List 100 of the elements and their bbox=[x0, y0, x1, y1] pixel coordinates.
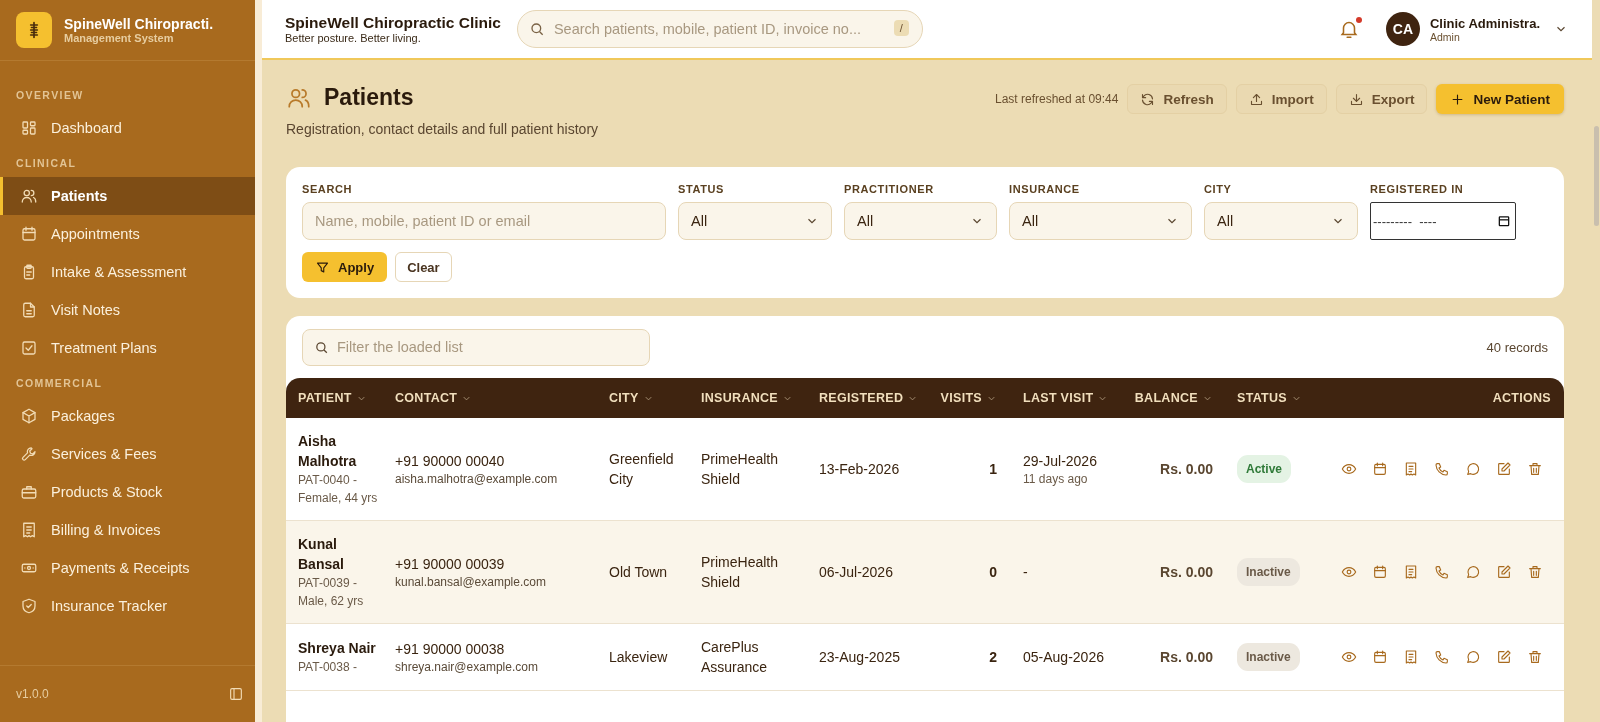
calendar-icon bbox=[20, 225, 38, 243]
nav-item[interactable]: Insurance Tracker bbox=[0, 587, 255, 625]
record-count: 40 records bbox=[1486, 339, 1548, 355]
clear-button[interactable]: Clear bbox=[395, 252, 452, 282]
delete-icon[interactable] bbox=[1527, 649, 1543, 665]
balance-amount: Rs. 0.00 bbox=[1160, 648, 1213, 667]
user-name: Clinic Administra. bbox=[1429, 15, 1540, 31]
city-cell-text: Old Town bbox=[609, 563, 668, 582]
filter-label: STATUS bbox=[678, 183, 725, 195]
new-patient-button[interactable]: New Patient bbox=[1436, 84, 1564, 114]
filter-label: CITY bbox=[1204, 183, 1233, 195]
last-visit-date: 29-Jul-2026 bbox=[1023, 452, 1097, 471]
column-header[interactable]: VISITS bbox=[927, 391, 1011, 405]
refresh-button[interactable]: Refresh bbox=[1127, 84, 1227, 114]
column-header[interactable]: INSURANCE bbox=[689, 391, 807, 405]
clinic-name: SpineWell Chiropractic Clinic bbox=[285, 14, 501, 32]
phone-icon[interactable] bbox=[1434, 649, 1450, 665]
list-filter-field[interactable]: Filter the loaded list bbox=[302, 328, 650, 366]
chat-icon[interactable] bbox=[1465, 461, 1481, 477]
chat-icon[interactable] bbox=[1465, 564, 1481, 580]
bag-icon bbox=[20, 483, 38, 501]
last-visit-date: 05-Aug-2026 bbox=[1023, 648, 1104, 667]
column-header[interactable]: CONTACT bbox=[383, 391, 597, 405]
download-icon bbox=[1348, 91, 1364, 107]
user-avatar[interactable]: CA bbox=[1385, 12, 1420, 46]
edit-icon[interactable] bbox=[1496, 564, 1512, 580]
filter-dropdown[interactable]: All bbox=[1204, 202, 1358, 240]
shield-icon bbox=[20, 597, 38, 615]
document-icon[interactable] bbox=[1403, 564, 1419, 580]
nav-item[interactable]: Dashboard bbox=[0, 109, 255, 147]
box-icon bbox=[20, 407, 38, 425]
sidebar-toggle-icon[interactable] bbox=[228, 686, 244, 702]
nav-item[interactable]: Services & Fees bbox=[0, 435, 255, 473]
column-header[interactable]: STATUS bbox=[1225, 391, 1325, 405]
nav-item[interactable]: Packages bbox=[0, 397, 255, 435]
document-icon[interactable] bbox=[1403, 461, 1419, 477]
balance-amount: Rs. 0.00 bbox=[1160, 460, 1213, 479]
email-address: aisha.malhotra@example.com bbox=[395, 470, 558, 488]
receipt-icon bbox=[20, 521, 38, 539]
scrollbar-thumb[interactable] bbox=[1593, 126, 1599, 226]
eye-icon[interactable] bbox=[1341, 564, 1357, 580]
app-title: SpineWell Chiropracti. bbox=[64, 16, 214, 32]
city-cell-text: Greenfield City bbox=[609, 450, 675, 489]
filter-dropdown[interactable]: All bbox=[844, 202, 997, 240]
nav-item[interactable]: Patients bbox=[0, 177, 255, 215]
file-icon bbox=[20, 301, 38, 319]
patient-details: PAT-0039 - Male, 62 yrs bbox=[298, 575, 365, 610]
nav-item[interactable]: Visit Notes bbox=[0, 291, 255, 329]
nav-item[interactable]: Appointments bbox=[0, 215, 255, 253]
grid-icon bbox=[20, 119, 38, 137]
nav-item[interactable]: Intake & Assessment bbox=[0, 253, 255, 291]
registered-date: 23-Aug-2025 bbox=[819, 648, 900, 667]
clinic-tagline: Better posture. Better living. bbox=[285, 32, 422, 44]
plus-icon bbox=[1450, 91, 1466, 107]
status-badge: Inactive bbox=[1237, 643, 1300, 671]
upload-icon bbox=[1248, 91, 1264, 107]
visit-count: 0 bbox=[989, 563, 997, 582]
nav-item[interactable]: Payments & Receipts bbox=[0, 549, 255, 587]
delete-icon[interactable] bbox=[1527, 564, 1543, 580]
calendar-icon[interactable] bbox=[1497, 214, 1511, 228]
phone-icon[interactable] bbox=[1434, 564, 1450, 580]
filter-dropdown[interactable]: All bbox=[678, 202, 832, 240]
insurance-cell-text: CarePlus Assurance bbox=[701, 638, 769, 677]
delete-icon[interactable] bbox=[1527, 461, 1543, 477]
last-refreshed-text: Last refreshed at 09:44 bbox=[995, 92, 1119, 106]
eye-icon[interactable] bbox=[1341, 461, 1357, 477]
search-icon bbox=[314, 339, 329, 355]
nav-item[interactable]: Products & Stock bbox=[0, 473, 255, 511]
page-title: Patients bbox=[324, 84, 414, 111]
visit-count: 1 bbox=[989, 460, 997, 479]
apply-button[interactable]: Apply bbox=[302, 252, 388, 282]
status-badge: Inactive bbox=[1237, 558, 1300, 586]
import-button[interactable]: Import bbox=[1235, 84, 1327, 114]
search-field[interactable]: Name, mobile, patient ID or email bbox=[302, 202, 666, 240]
filter-label: SEARCH bbox=[302, 183, 354, 195]
chat-icon[interactable] bbox=[1465, 649, 1481, 665]
column-header[interactable]: BALANCE bbox=[1122, 391, 1225, 405]
nav-item[interactable]: Treatment Plans bbox=[0, 329, 255, 367]
filter-dropdown[interactable]: All bbox=[1009, 202, 1192, 240]
insurance-cell-text: PrimeHealth Shield bbox=[701, 450, 780, 489]
app-subtitle: Management System bbox=[64, 32, 175, 44]
filter-label: REGISTERED IN bbox=[1370, 183, 1465, 195]
spine-logo-icon bbox=[16, 12, 52, 48]
phone-icon[interactable] bbox=[1434, 461, 1450, 477]
phone-number: +91 90000 00040 bbox=[395, 451, 505, 471]
edit-icon[interactable] bbox=[1496, 461, 1512, 477]
column-header[interactable]: CITY bbox=[597, 391, 689, 405]
eye-icon[interactable] bbox=[1341, 649, 1357, 665]
email-address: kunal.bansal@example.com bbox=[395, 573, 546, 591]
column-header[interactable]: REGISTERED bbox=[807, 391, 927, 405]
column-header[interactable]: LAST VISIT bbox=[1011, 391, 1122, 405]
export-button[interactable]: Export bbox=[1335, 84, 1428, 114]
document-icon[interactable] bbox=[1403, 649, 1419, 665]
phone-number: +91 90000 00038 bbox=[395, 639, 505, 659]
nav-item[interactable]: Billing & Invoices bbox=[0, 511, 255, 549]
column-header[interactable]: PATIENT bbox=[286, 391, 383, 405]
wrench-icon bbox=[20, 445, 38, 463]
month-field[interactable]: --------- ---- bbox=[1370, 202, 1516, 240]
edit-icon[interactable] bbox=[1496, 649, 1512, 665]
email-address: shreya.nair@example.com bbox=[395, 658, 538, 676]
